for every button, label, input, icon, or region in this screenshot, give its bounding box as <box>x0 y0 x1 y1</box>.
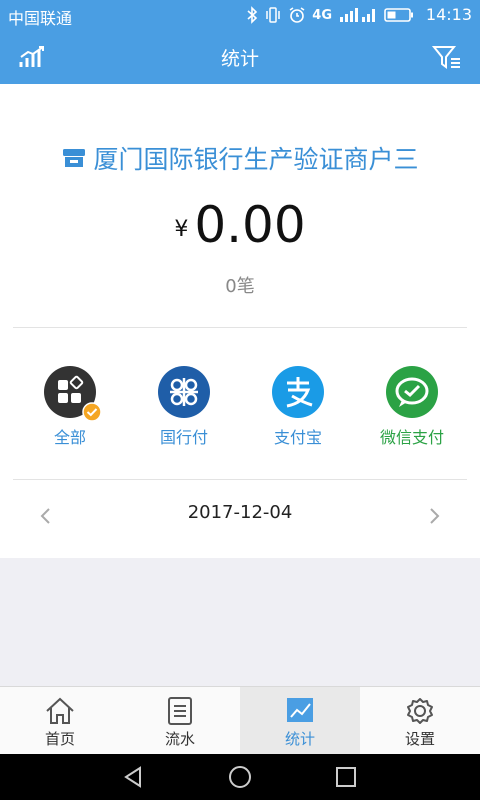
total-amount: ¥0.00 <box>0 196 480 254</box>
payment-method-alipay[interactable]: 支付宝 <box>243 366 353 448</box>
vibrate-icon <box>266 7 281 23</box>
payment-method-guohangfu[interactable]: 国行付 <box>129 366 239 448</box>
tab-home[interactable]: 首页 <box>0 687 120 755</box>
tab-transactions[interactable]: 流水 <box>120 687 240 755</box>
tab-label: 首页 <box>44 730 75 748</box>
carrier-label: 中国联通 <box>8 9 73 28</box>
tab-label: 设置 <box>404 730 435 748</box>
back-icon[interactable] <box>120 763 148 791</box>
network-type-label: 4G <box>312 7 332 23</box>
currency-symbol: ¥ <box>174 217 189 242</box>
tab-label: 流水 <box>164 730 195 748</box>
filter-button[interactable] <box>427 38 467 76</box>
filter-icon <box>432 46 460 69</box>
wechat-pay-icon <box>386 366 438 418</box>
home-circle-icon[interactable] <box>226 763 254 791</box>
payment-method-label: 支付宝 <box>273 428 322 447</box>
date-navigator: 2017-12-04 <box>0 480 480 550</box>
line-chart-icon <box>287 698 313 722</box>
guohangfu-icon <box>158 366 210 418</box>
bottom-tab-bar: 首页 流水 统计 设置 <box>0 686 480 755</box>
signal-icon <box>340 8 375 22</box>
payment-method-wechat[interactable]: 微信支付 <box>357 366 467 448</box>
tab-label: 统计 <box>284 730 315 748</box>
system-nav-bar <box>0 754 480 800</box>
alipay-icon <box>272 366 324 418</box>
all-icon <box>44 366 102 422</box>
list-icon <box>168 697 192 725</box>
app-bar: 统计 <box>0 30 480 84</box>
amount-value: 0.00 <box>194 196 306 254</box>
store-icon <box>63 149 86 167</box>
selected-check-icon <box>82 402 102 422</box>
transaction-count: 0笔 <box>225 276 255 297</box>
statistics-panel: 厦门国际银行生产验证商户三 ¥0.00 0笔 全部 国行付 支付宝 微信支付 2… <box>0 84 480 558</box>
payment-method-label: 全部 <box>53 428 86 447</box>
payment-method-label: 国行付 <box>159 428 208 447</box>
merchant-name-text: 厦门国际银行生产验证商户三 <box>93 145 419 174</box>
merchant-name: 厦门国际银行生产验证商户三 <box>0 140 480 176</box>
status-icons: 4G <box>246 4 414 26</box>
alarm-icon <box>289 7 305 23</box>
status-bar: 中国联通 4G 14:13 <box>0 0 480 30</box>
gear-icon <box>407 698 433 724</box>
bluetooth-icon <box>247 6 258 24</box>
battery-icon <box>384 8 413 22</box>
recent-apps-icon[interactable] <box>332 763 360 791</box>
tab-settings[interactable]: 设置 <box>360 687 480 755</box>
divider <box>13 327 467 328</box>
home-icon <box>46 697 74 724</box>
page-title: 统计 <box>220 48 259 70</box>
current-date[interactable]: 2017-12-04 <box>0 502 480 523</box>
payment-method-all[interactable]: 全部 <box>15 366 125 448</box>
clock-label: 14:13 <box>425 5 472 24</box>
chevron-right-icon[interactable] <box>422 504 446 528</box>
payment-method-label: 微信支付 <box>379 428 444 447</box>
tab-statistics[interactable]: 统计 <box>240 687 360 755</box>
